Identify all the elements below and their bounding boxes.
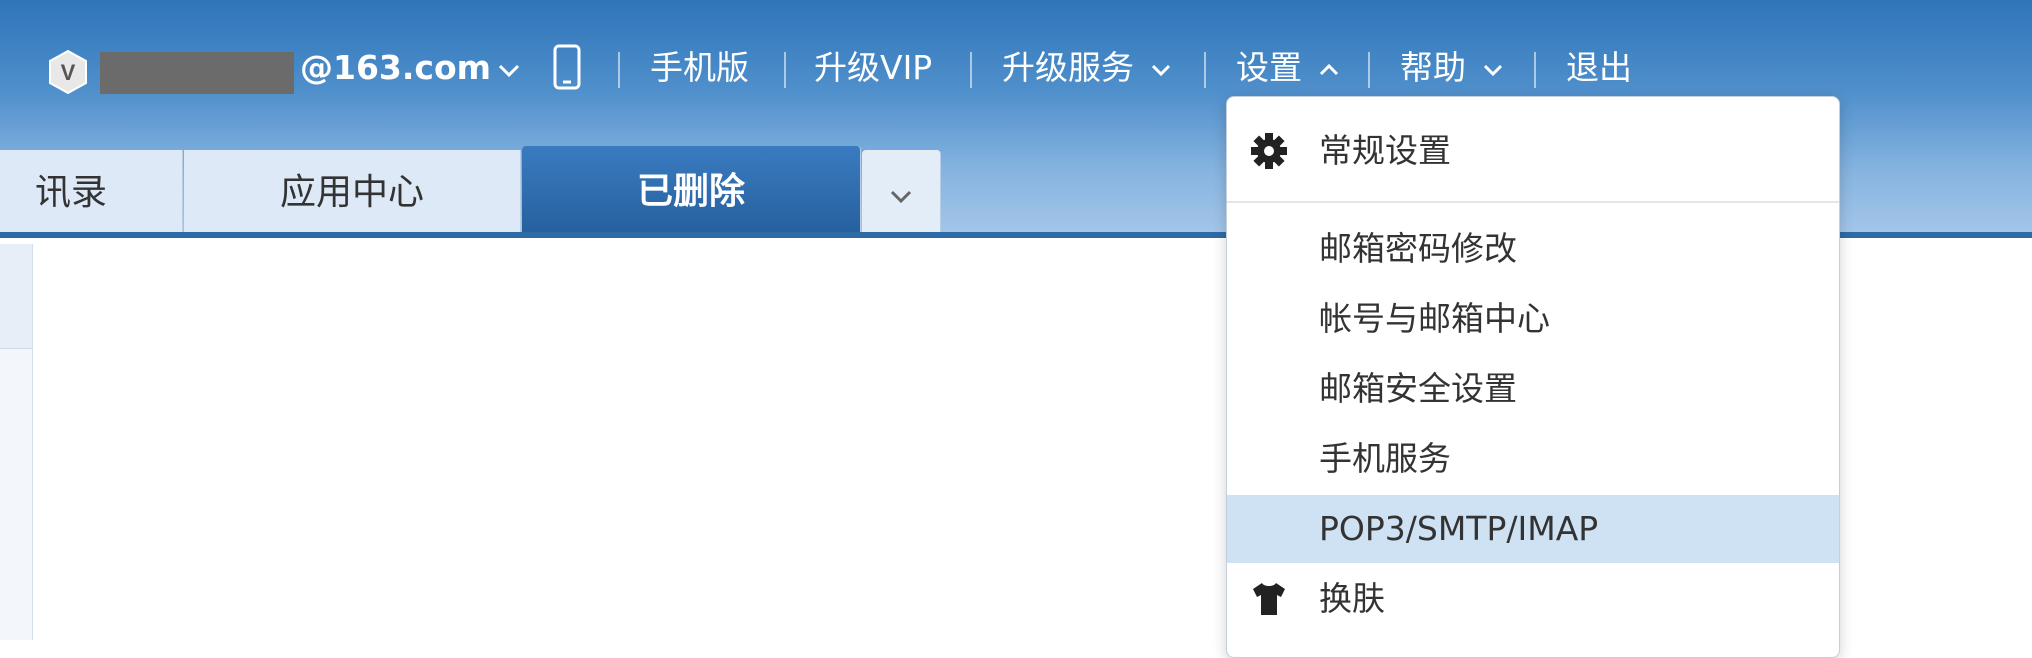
redacted-username [100, 52, 294, 94]
tab-deleted[interactable]: 已删除 [522, 146, 861, 238]
menu-item-label: 帐号与邮箱中心 [1319, 299, 1550, 338]
upgrade-vip-link[interactable]: 升级VIP [814, 46, 932, 90]
tab-label: 已删除 [636, 171, 745, 212]
tab-contacts[interactable]: 讯录 [0, 150, 183, 236]
menu-item-security-settings[interactable]: 邮箱安全设置 [1227, 355, 1839, 423]
menu-item-mobile-service[interactable]: 手机服务 [1227, 425, 1839, 493]
account-dropdown-chevron-icon[interactable] [498, 64, 520, 78]
logout-link[interactable]: 退出 [1566, 46, 1632, 90]
help-label: 帮助 [1400, 48, 1466, 87]
menu-item-pop3-smtp-imap[interactable]: POP3/SMTP/IMAP [1227, 495, 1839, 563]
menu-item-label: 换肤 [1319, 579, 1385, 618]
upgrade-service-menu[interactable]: 升级服务 [1002, 46, 1171, 90]
menu-item-account-center[interactable]: 帐号与邮箱中心 [1227, 285, 1839, 353]
upgrade-service-label: 升级服务 [1002, 48, 1134, 87]
settings-menu[interactable]: 设置 [1236, 46, 1339, 90]
tab-label: 应用中心 [279, 172, 424, 213]
menu-item-label: 常规设置 [1319, 131, 1451, 170]
mobile-phone-icon[interactable] [552, 44, 582, 90]
tab-label: 讯录 [34, 172, 107, 213]
chevron-down-icon [890, 190, 912, 204]
vip-badge-icon[interactable]: V [46, 50, 90, 94]
tab-app-center[interactable]: 应用中心 [184, 150, 521, 236]
separator [1204, 52, 1206, 88]
menu-divider [1227, 201, 1839, 203]
gear-icon [1251, 133, 1287, 169]
svg-text:V: V [61, 60, 76, 85]
separator [784, 52, 786, 88]
sidebar-item[interactable] [0, 244, 32, 349]
menu-item-label: 手机服务 [1319, 439, 1451, 478]
chevron-down-icon [1151, 64, 1170, 76]
menu-item-label: 邮箱密码修改 [1319, 229, 1517, 268]
separator [970, 52, 972, 88]
menu-item-label: POP3/SMTP/IMAP [1319, 509, 1599, 548]
settings-label: 设置 [1236, 48, 1302, 87]
menu-item-general-settings[interactable]: 常规设置 [1227, 117, 1839, 185]
separator [1534, 52, 1536, 88]
chevron-up-icon [1319, 63, 1338, 75]
tshirt-icon [1253, 583, 1285, 615]
account-email[interactable]: @163.com [300, 46, 491, 90]
separator [618, 52, 620, 88]
menu-item-change-skin[interactable]: 换肤 [1227, 565, 1839, 633]
mobile-version-link[interactable]: 手机版 [650, 46, 749, 90]
settings-dropdown-menu: 常规设置 邮箱密码修改 帐号与邮箱中心 邮箱安全设置 手机服务 POP3/SMT… [1226, 96, 1840, 658]
separator [1368, 52, 1370, 88]
menu-item-change-password[interactable]: 邮箱密码修改 [1227, 215, 1839, 283]
chevron-down-icon [1483, 64, 1502, 76]
menu-item-label: 邮箱安全设置 [1319, 369, 1517, 408]
help-menu[interactable]: 帮助 [1400, 46, 1503, 90]
tabs-more-button[interactable] [862, 150, 941, 236]
left-sidebar [0, 244, 33, 640]
